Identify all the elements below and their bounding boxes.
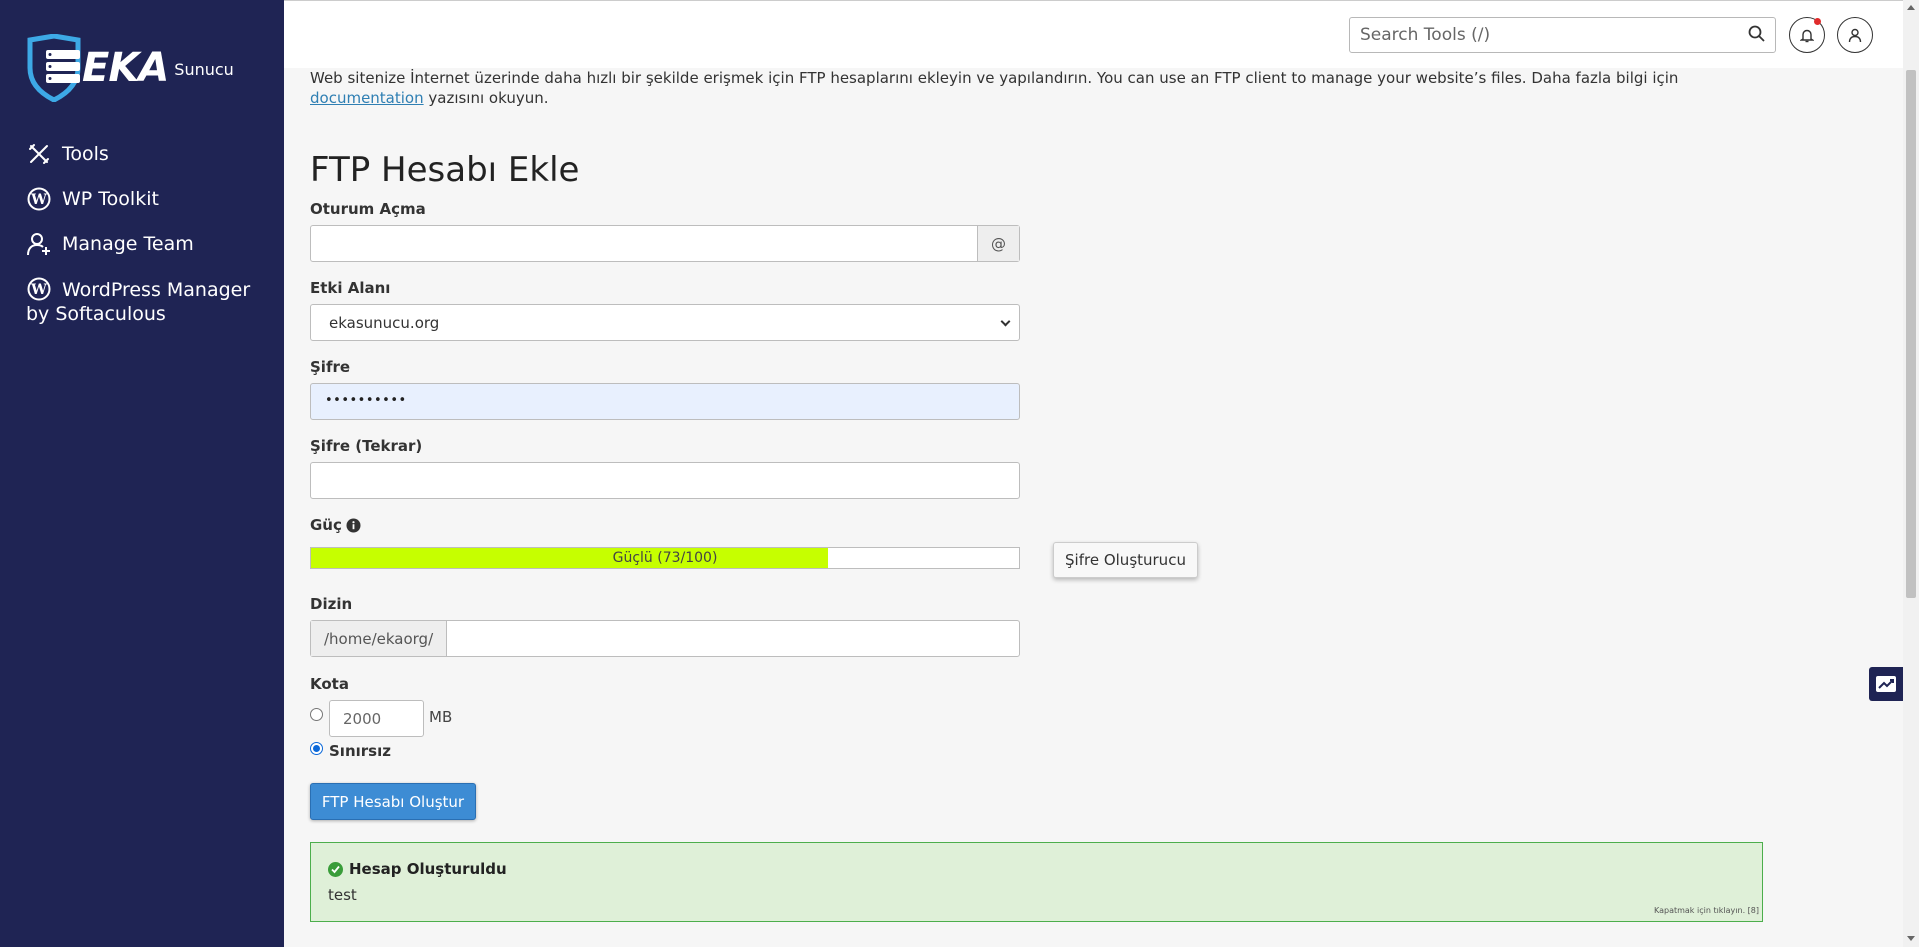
search-box[interactable] bbox=[1349, 17, 1776, 53]
directory-prefix: /home/ekaorg/ bbox=[311, 621, 448, 656]
quota-unit: MB bbox=[429, 708, 453, 726]
strength-label-row: Güç bbox=[310, 516, 361, 534]
strength-meter: Güçlü (73/100) bbox=[310, 547, 1020, 569]
login-field[interactable]: @ bbox=[310, 225, 1020, 262]
password-label: Şifre bbox=[310, 358, 351, 376]
wordpress-icon: W bbox=[26, 187, 52, 211]
scrollbar-thumb[interactable] bbox=[1906, 70, 1916, 598]
strength-label: Güç bbox=[310, 516, 342, 534]
password-repeat-field[interactable] bbox=[310, 462, 1020, 499]
user-menu-button[interactable] bbox=[1837, 17, 1873, 53]
domain-label: Etki Alanı bbox=[310, 279, 391, 297]
sidebar-item-wp-toolkit[interactable]: W WP Toolkit bbox=[26, 187, 276, 211]
password-field[interactable]: •••••••••• bbox=[310, 383, 1020, 420]
sidebar-item-manage-team[interactable]: Manage Team bbox=[26, 232, 276, 256]
search-icon[interactable] bbox=[1748, 25, 1765, 46]
alert-body: test bbox=[328, 886, 357, 904]
bell-icon bbox=[1800, 29, 1814, 42]
intro-text-after: yazısını okuyun. bbox=[423, 89, 549, 107]
quota-label: Kota bbox=[310, 675, 349, 693]
directory-label: Dizin bbox=[310, 595, 353, 613]
sidebar: EKA Sunucu Tools W WP Toolkit Manage Tea… bbox=[0, 0, 284, 947]
search-input[interactable] bbox=[1360, 25, 1748, 45]
password-repeat-input[interactable] bbox=[311, 463, 1019, 498]
alert-title-row: Hesap Oluşturuldu bbox=[328, 860, 507, 878]
password-generator-button[interactable]: Şifre Oluşturucu bbox=[1053, 542, 1198, 578]
intro-text: Web sitenize İnternet üzerinde daha hızl… bbox=[310, 68, 1750, 108]
stats-widget-button[interactable] bbox=[1869, 667, 1903, 701]
user-icon bbox=[1848, 28, 1862, 42]
sidebar-item-label: WordPress Manager by Softaculous bbox=[26, 279, 251, 325]
quota-input[interactable]: 2000 bbox=[329, 700, 424, 737]
notification-dot bbox=[1814, 18, 1821, 25]
password-input[interactable]: •••••••••• bbox=[325, 393, 407, 408]
directory-field[interactable]: /home/ekaorg/ bbox=[310, 620, 1020, 657]
page-scrollbar[interactable] bbox=[1903, 0, 1919, 947]
page-title: FTP Hesabı Ekle bbox=[310, 150, 580, 190]
chart-trend-icon bbox=[1876, 676, 1896, 692]
password-repeat-label: Şifre (Tekrar) bbox=[310, 437, 423, 455]
shield-server-icon bbox=[27, 34, 81, 102]
alert-title: Hesap Oluşturuldu bbox=[349, 860, 507, 878]
domain-selected-value: ekasunucu.org bbox=[329, 314, 440, 332]
scroll-down-arrow-icon[interactable] bbox=[1907, 936, 1915, 941]
info-icon[interactable] bbox=[346, 518, 361, 533]
strength-meter-text: Güçlü (73/100) bbox=[612, 550, 718, 566]
sidebar-item-tools[interactable]: Tools bbox=[26, 142, 276, 166]
user-add-icon bbox=[26, 232, 52, 256]
documentation-link[interactable]: documentation bbox=[310, 89, 424, 107]
svg-text:W: W bbox=[30, 192, 47, 208]
brand-name: EKA bbox=[82, 45, 169, 91]
alert-close-hint[interactable]: Kapatmak için tıklayın. [8] bbox=[1654, 906, 1759, 915]
intro-text-body: Web sitenize İnternet üzerinde daha hızl… bbox=[310, 69, 1679, 87]
login-label: Oturum Açma bbox=[310, 200, 426, 218]
brand-sub: Sunucu bbox=[174, 59, 234, 79]
tools-icon bbox=[26, 142, 52, 166]
domain-select[interactable]: ekasunucu.org bbox=[310, 304, 1020, 341]
sidebar-item-label: WP Toolkit bbox=[62, 188, 159, 210]
quota-unlimited-radio[interactable] bbox=[310, 742, 323, 755]
chevron-down-icon bbox=[1000, 316, 1011, 327]
login-input[interactable] bbox=[311, 226, 979, 261]
wordpress-icon: W bbox=[26, 277, 52, 301]
create-ftp-account-button[interactable]: FTP Hesabı Oluştur bbox=[310, 783, 476, 820]
quota-limited-radio[interactable] bbox=[310, 708, 323, 721]
sidebar-item-wordpress-manager[interactable]: W WordPress Manager by Softaculous bbox=[26, 277, 276, 326]
success-alert[interactable]: Hesap Oluşturuldu test Kapatmak için tık… bbox=[310, 842, 1763, 922]
check-circle-icon bbox=[328, 861, 343, 877]
svg-text:W: W bbox=[30, 282, 47, 298]
directory-input[interactable] bbox=[447, 621, 1019, 656]
notifications-button[interactable] bbox=[1789, 17, 1825, 53]
sidebar-item-label: Tools bbox=[62, 143, 109, 165]
top-bar bbox=[284, 0, 1903, 68]
scroll-up-arrow-icon[interactable] bbox=[1907, 5, 1915, 10]
sidebar-nav: Tools W WP Toolkit Manage Team W WordPre… bbox=[26, 142, 276, 347]
sidebar-item-label: Manage Team bbox=[62, 233, 194, 255]
quota-unlimited-label[interactable]: Sınırsız bbox=[329, 742, 391, 760]
brand-logo[interactable]: EKA Sunucu bbox=[24, 34, 254, 102]
at-addon: @ bbox=[977, 226, 1019, 261]
